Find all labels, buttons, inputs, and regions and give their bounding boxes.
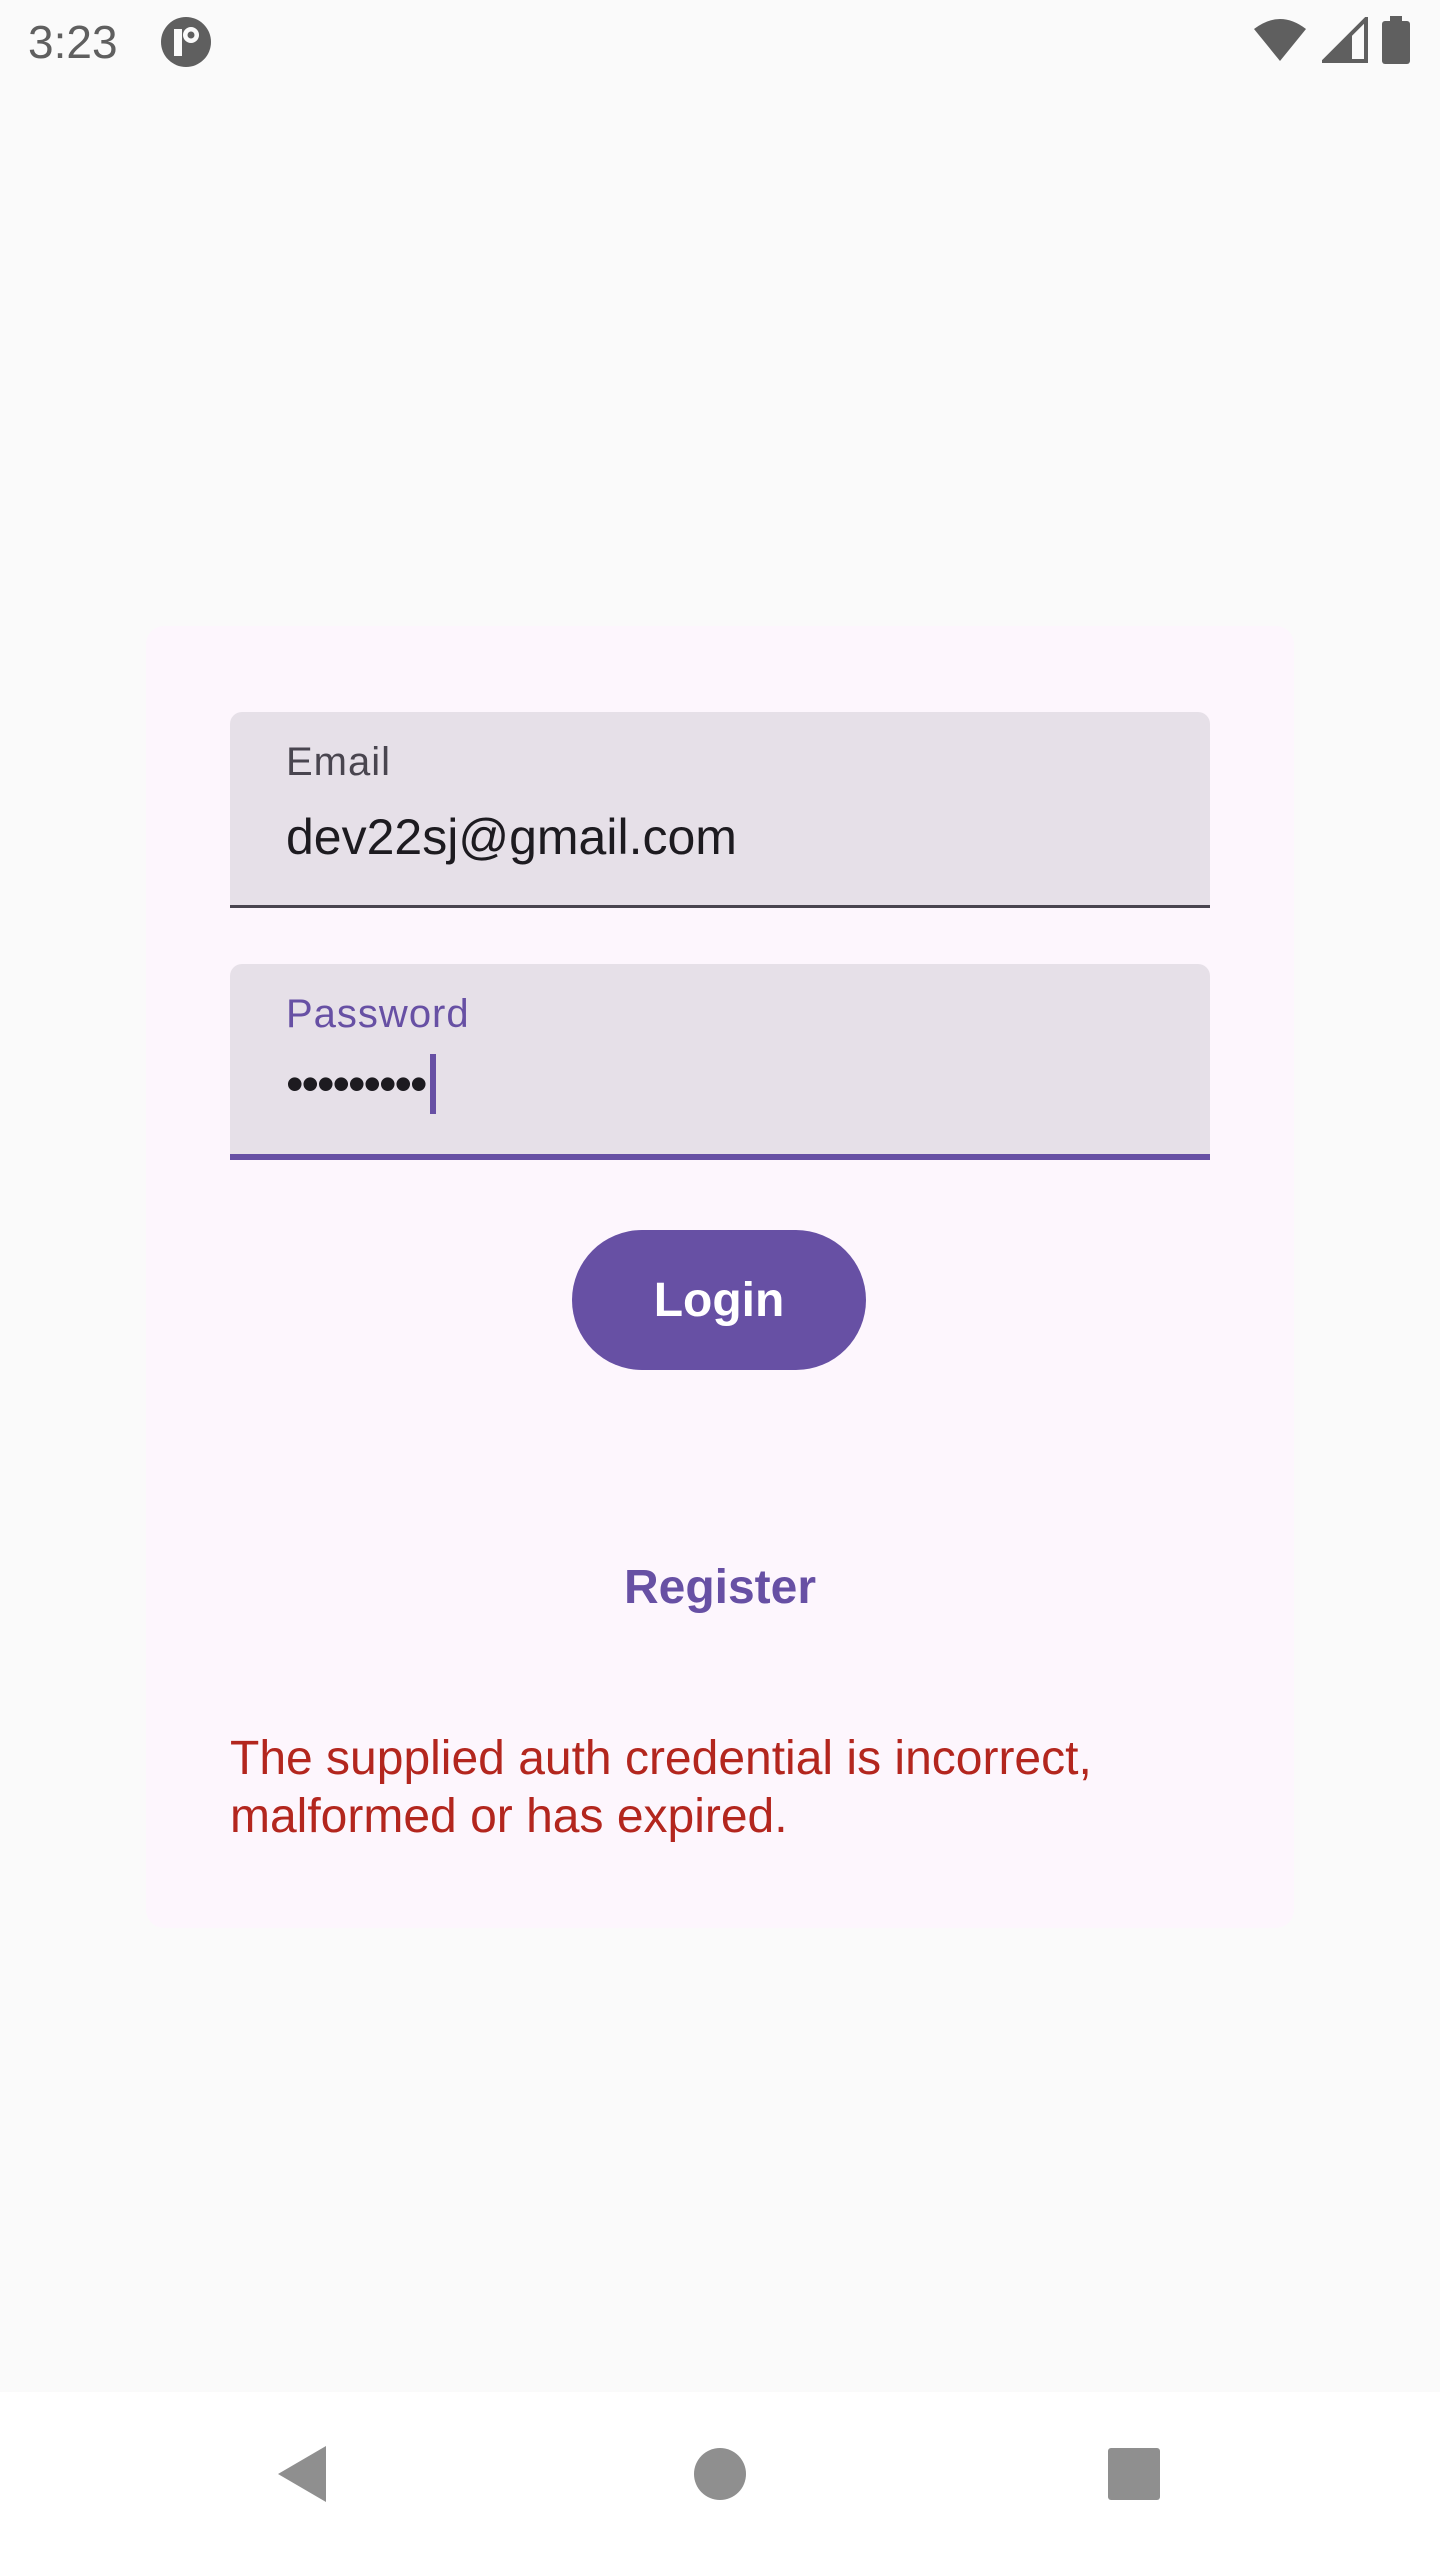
app-notification-icon: [160, 16, 212, 68]
password-value-row: •••••••••: [286, 1054, 436, 1114]
password-field[interactable]: Password •••••••••: [230, 964, 1210, 1160]
email-value: dev22sj@gmail.com: [286, 809, 737, 865]
navigation-bar: [0, 2392, 1440, 2560]
email-field[interactable]: Email dev22sj@gmail.com: [230, 712, 1210, 908]
status-time: 3:23: [28, 16, 118, 68]
email-label: Email: [286, 740, 392, 784]
battery-icon: [1382, 15, 1410, 69]
status-icons: [1252, 13, 1410, 69]
home-icon[interactable]: [680, 2434, 760, 2514]
login-button[interactable]: Login: [572, 1230, 866, 1370]
recents-icon[interactable]: [1094, 2434, 1174, 2514]
password-value: •••••••••: [286, 1056, 428, 1112]
password-label: Password: [286, 992, 470, 1036]
error-message: The supplied auth credential is incorrec…: [230, 1732, 1092, 1843]
text-cursor: [429, 1054, 436, 1114]
wifi-icon: [1252, 17, 1308, 68]
back-icon[interactable]: [262, 2434, 342, 2514]
login-card: Email dev22sj@gmail.com Password •••••••…: [146, 626, 1294, 1928]
register-link[interactable]: Register: [146, 1560, 1294, 1615]
cell-signal-icon: [1319, 13, 1368, 68]
status-bar: 3:23: [0, 0, 1440, 84]
